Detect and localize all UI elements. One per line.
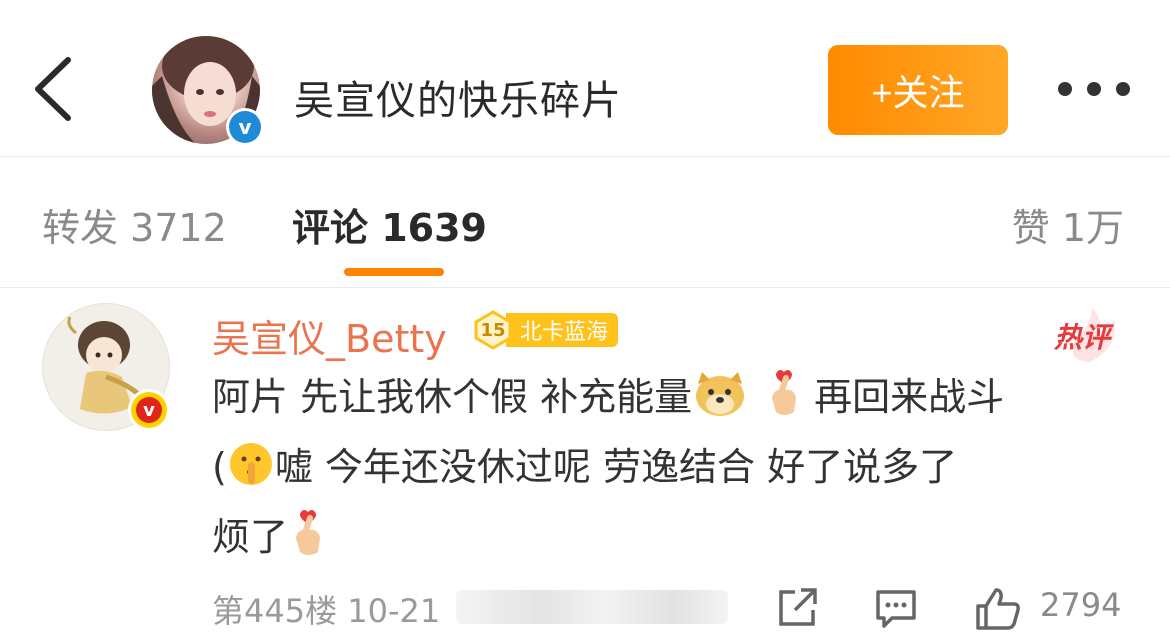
profile-avatar[interactable]: v [152,36,264,146]
finger-heart-emoji-icon [288,508,328,576]
fan-level-icon: 15 [472,310,514,350]
fan-level: 15 [480,319,506,341]
verified-v-icon: v [226,108,264,146]
vip-badge-icon: v [128,389,170,431]
page-title: 吴宣仪的快乐碎片 [294,78,622,124]
comment-item: v 吴宣仪_Betty 15 北卡蓝海 热评 阿片 先让我休个假 补充能量 再回来… [0,288,1170,642]
shushing-face-emoji-icon [227,440,275,506]
comment-footer: 第445楼 10-21 2794 [212,586,1132,630]
comment-icon[interactable] [874,586,918,630]
comment-text: 阿片 先让我休个假 补充能量 再回来战斗 ( 嘘 今年还没休过呢 劳逸结合 好了说多… [212,366,1142,576]
thumbs-up-icon[interactable] [974,586,1022,632]
blurred-watermark [456,590,728,624]
tab-repost[interactable]: 转发 3712 [42,197,227,252]
active-tab-indicator [344,268,444,276]
fan-club-name: 北卡蓝海 [506,313,619,347]
like-count: 2794 [1040,586,1122,624]
tab-comments[interactable]: 评论 1639 [292,197,487,252]
comment-text-part: 嘘 今年还没休过呢 劳逸结合 好了说多了 [274,445,958,489]
hot-comment-tag: 热评 [1050,306,1128,364]
more-dots-icon[interactable] [1058,74,1130,104]
doge-emoji-icon [692,370,748,436]
chevron-left-icon [35,57,71,121]
comment-text-part: ( [212,445,227,489]
follow-button[interactable]: +关注 [828,45,1008,135]
fan-badge[interactable]: 15 北卡蓝海 [472,310,619,350]
tab-bar: 转发 3712 评论 1639 赞 1万 [0,157,1170,288]
floor-and-time: 第445楼 10-21 [212,592,441,630]
tab-likes[interactable]: 赞 1万 [1012,197,1124,252]
commenter-avatar[interactable]: v [42,303,172,433]
comment-text-part: 阿片 先让我休个假 补充能量 [212,375,693,419]
finger-heart-emoji-icon [764,368,804,436]
hot-comment-label: 热评 [1054,321,1111,354]
share-icon[interactable] [775,586,819,630]
comment-text-part: 烦了 [212,515,289,559]
back-button[interactable] [30,56,76,122]
commenter-username[interactable]: 吴宣仪_Betty [212,308,447,363]
comment-text-part: 再回来战斗 [814,375,1005,419]
header-bar: v 吴宣仪的快乐碎片 +关注 [0,0,1170,157]
